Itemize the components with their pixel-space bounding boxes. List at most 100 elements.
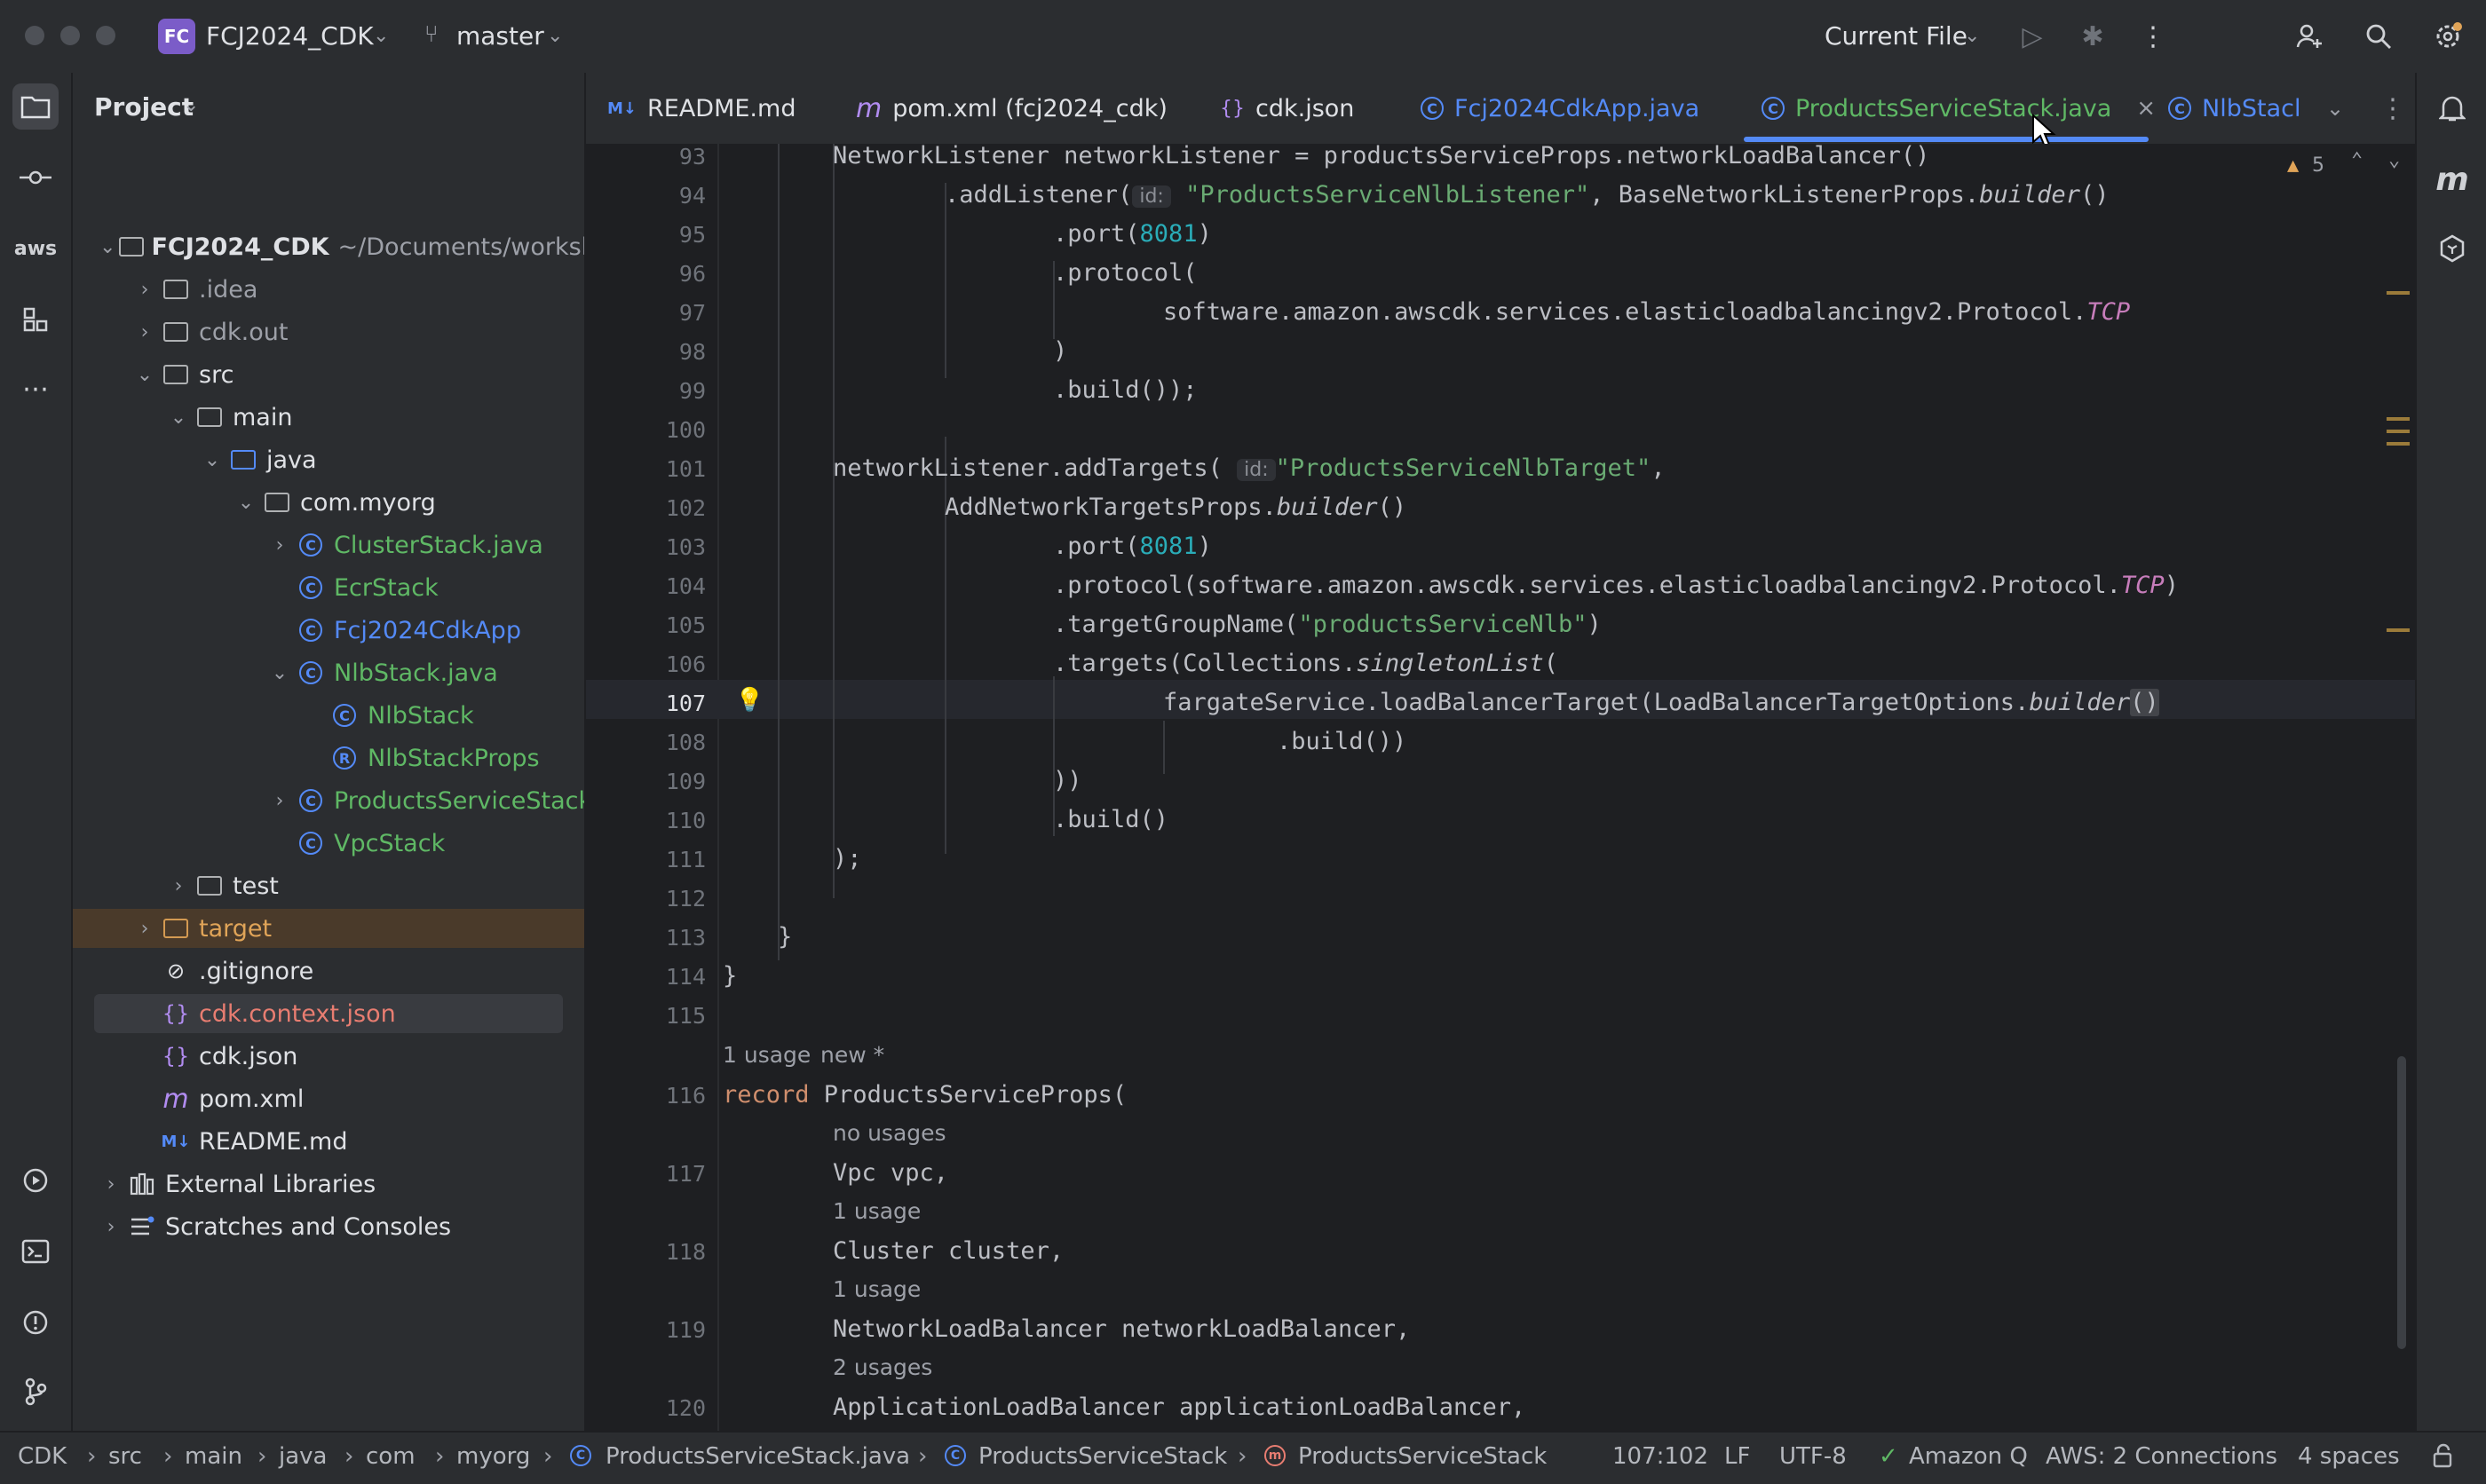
- project-folder-icon[interactable]: [12, 83, 59, 130]
- tree-item[interactable]: ⌄ com.myorg: [234, 483, 584, 522]
- aws-icon[interactable]: aws: [12, 225, 59, 272]
- tree-item-selected[interactable]: {} cdk.context.json: [94, 994, 563, 1033]
- services-icon[interactable]: [12, 1157, 59, 1204]
- line-number: 113: [665, 925, 706, 951]
- breadcrumb-item[interactable]: ProductsServiceStack.java: [606, 1443, 910, 1470]
- amazon-q-icon[interactable]: [2429, 225, 2475, 272]
- tree-item[interactable]: › cdk.out: [133, 312, 584, 351]
- tree-item[interactable]: › test: [167, 866, 584, 905]
- close-icon[interactable]: ×: [2136, 95, 2156, 122]
- code-text: )): [1053, 767, 1082, 794]
- aws-connections[interactable]: AWS: 2 Connections: [2046, 1443, 2277, 1470]
- line-number: 103: [665, 534, 706, 560]
- tree-root[interactable]: ⌄ FCJ2024_CDK ~/Documents/worksho: [99, 227, 584, 266]
- tree-item[interactable]: › C ClusterStack.java: [268, 525, 584, 564]
- debug-icon[interactable]: ✱: [2076, 20, 2110, 53]
- terminal-icon[interactable]: [12, 1228, 59, 1275]
- zoom-window-button[interactable]: [96, 26, 115, 45]
- project-switcher[interactable]: FCJ2024_CDK: [206, 21, 374, 51]
- usage-hint[interactable]: no usages: [833, 1120, 946, 1146]
- tab-more-icon[interactable]: ⋮: [2379, 73, 2406, 144]
- maven-icon[interactable]: m: [2429, 156, 2475, 202]
- run-icon[interactable]: ▷: [2015, 20, 2049, 53]
- chevron-right-icon: ›: [140, 320, 149, 343]
- tree-item-label: pom.xml: [199, 1085, 305, 1113]
- project-panel: Project ⌄ ⌄ FCJ2024_CDK ~/Documents/work…: [73, 73, 586, 1431]
- code-text: .targetGroupName("productsServiceNlb"): [1053, 611, 1602, 638]
- amazon-q-status[interactable]: Amazon Q: [1909, 1443, 2028, 1470]
- tree-item[interactable]: {} cdk.json: [156, 1037, 584, 1076]
- tab-cdk-json[interactable]: {} cdk.json: [1220, 73, 1354, 144]
- breadcrumb-item[interactable]: src: [108, 1443, 142, 1470]
- lock-icon[interactable]: [2431, 1443, 2456, 1474]
- tab-nlbstack[interactable]: C NlbStacl: [2168, 73, 2300, 144]
- usage-hint[interactable]: 1 usage: [833, 1276, 921, 1302]
- minimize-window-button[interactable]: [60, 26, 80, 45]
- usage-hint[interactable]: 2 usages: [833, 1354, 932, 1380]
- tree-item[interactable]: R NlbStackProps: [325, 738, 584, 778]
- usage-hint[interactable]: 1 usage: [723, 1042, 811, 1068]
- tab-readme[interactable]: M↓ README.md: [607, 73, 796, 144]
- tree-item[interactable]: ⌄ main: [167, 398, 584, 437]
- usage-hint[interactable]: 1 usage: [833, 1198, 921, 1224]
- indent-setting[interactable]: 4 spaces: [2298, 1443, 2400, 1470]
- tree-item[interactable]: C VpcStack: [291, 824, 584, 863]
- structure-icon[interactable]: [12, 296, 59, 343]
- more-tools-icon[interactable]: ⋯: [12, 366, 59, 412]
- line-number: 112: [665, 886, 706, 912]
- commit-icon[interactable]: [12, 154, 59, 201]
- tab-fcj2024cdkapp[interactable]: C Fcj2024CdkApp.java: [1421, 73, 1699, 144]
- more-icon[interactable]: ⋮: [2136, 20, 2170, 53]
- tree-item[interactable]: › External Libraries: [99, 1164, 584, 1204]
- close-window-button[interactable]: [25, 26, 44, 45]
- settings-icon[interactable]: [2431, 20, 2465, 53]
- code-line: 108 .build()): [586, 722, 2415, 762]
- breadcrumb-item[interactable]: ProductsServiceStack: [978, 1443, 1227, 1470]
- breadcrumb-item[interactable]: myorg: [456, 1443, 530, 1470]
- tree-item[interactable]: C Fcj2024CdkApp: [291, 611, 584, 650]
- line-separator[interactable]: LF: [1724, 1443, 1750, 1470]
- method-icon: m: [1264, 1445, 1286, 1466]
- git-icon[interactable]: [12, 1369, 59, 1415]
- tree-item[interactable]: ⌄ C NlbStack.java: [268, 653, 584, 692]
- code-editor[interactable]: ▲ 5 ⌃ ⌄ 93 NetworkListener networkListen…: [586, 144, 2415, 1431]
- code-line: 101 networkListener.addTargets( id: "Prod…: [586, 449, 2415, 488]
- branch-switcher[interactable]: master: [456, 21, 544, 51]
- tab-list-chevron-icon[interactable]: ⌄: [2326, 73, 2344, 144]
- add-user-icon[interactable]: [2292, 20, 2326, 53]
- tree-item[interactable]: m pom.xml: [156, 1079, 584, 1118]
- tree-item[interactable]: ⊘ .gitignore: [156, 951, 584, 991]
- file-encoding[interactable]: UTF-8: [1779, 1443, 1847, 1470]
- tree-item[interactable]: C NlbStack: [325, 696, 584, 735]
- breadcrumb-item[interactable]: java: [279, 1443, 327, 1470]
- tree-item[interactable]: › C ProductsServiceStack.j: [268, 781, 584, 820]
- code-text: .build()): [1277, 728, 1407, 755]
- tree-item[interactable]: M↓ README.md: [156, 1122, 584, 1161]
- project-badge[interactable]: FC: [158, 19, 195, 54]
- project-panel-title[interactable]: Project: [94, 92, 194, 122]
- class-icon: C: [295, 787, 327, 814]
- tree-item[interactable]: ⌄ java: [201, 440, 584, 479]
- tree-item[interactable]: C EcrStack: [291, 568, 584, 607]
- search-icon[interactable]: [2362, 20, 2395, 53]
- tab-pom[interactable]: m pom.xml (fcj2024_cdk): [856, 73, 1168, 144]
- tree-item[interactable]: › target: [73, 909, 584, 948]
- tree-item[interactable]: › Scratches and Consoles: [99, 1207, 584, 1246]
- tree-item-label: target: [199, 914, 273, 943]
- line-number: 101: [665, 456, 706, 482]
- breadcrumb-item[interactable]: ProductsServiceStack: [1298, 1443, 1547, 1470]
- line-number: 105: [665, 612, 706, 638]
- breadcrumb-item[interactable]: com: [366, 1443, 416, 1470]
- tab-productsservicestack[interactable]: C ProductsServiceStack.java ×: [1762, 73, 2156, 144]
- breadcrumb-item[interactable]: main: [185, 1443, 242, 1470]
- lightbulb-icon[interactable]: 💡: [735, 687, 764, 714]
- run-config-selector[interactable]: Current File: [1825, 21, 1967, 51]
- breadcrumb-item[interactable]: CDK: [18, 1443, 67, 1470]
- editor-tabs: M↓ README.md m pom.xml (fcj2024_cdk) {} …: [586, 73, 2415, 148]
- caret-position[interactable]: 107:102: [1612, 1443, 1708, 1470]
- tree-item[interactable]: ⌄ src: [133, 355, 584, 394]
- tree-item[interactable]: › .idea: [133, 270, 584, 309]
- author-hint[interactable]: new *: [820, 1042, 884, 1068]
- notifications-icon[interactable]: [2429, 85, 2475, 131]
- problems-icon[interactable]: [12, 1299, 59, 1346]
